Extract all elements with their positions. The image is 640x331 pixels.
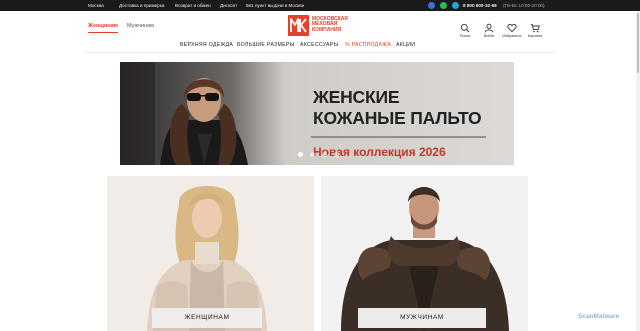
cart-label[interactable]: Корзина: [524, 34, 546, 38]
category-label-women[interactable]: ЖЕНЩИНАМ: [152, 308, 262, 328]
banner-subtitle: Новая коллекция 2026: [313, 145, 446, 159]
search-icon[interactable]: [460, 23, 470, 33]
nav-sale[interactable]: % РАСПРОДАЖА: [345, 42, 391, 48]
carousel-dot-2[interactable]: [310, 152, 315, 157]
nav-accessories[interactable]: АКСЕССУАРЫ: [300, 42, 338, 48]
cart-icon[interactable]: [530, 23, 540, 33]
nav-outerwear[interactable]: ВЕРХНЯЯ ОДЕЖДА: [180, 42, 233, 48]
banner-title-line1: ЖЕНСКИЕ: [313, 87, 400, 107]
logo[interactable]: МОСКОВСКАЯ МЕХОВАЯ КОМПАНИЯ: [288, 15, 348, 37]
max-messenger-icon[interactable]: [428, 2, 435, 9]
discount-link[interactable]: Дисконт: [220, 3, 237, 8]
watermark: ScanMalware: [578, 313, 620, 320]
work-hours: (Пн-Вс 10:00-20:00): [503, 3, 545, 8]
search-label[interactable]: Поиск: [454, 34, 476, 38]
pickup-points-link[interactable]: 561 пункт выдачи в Москве: [246, 3, 304, 8]
heart-icon[interactable]: [507, 23, 517, 33]
phone-number[interactable]: 8 800 600-32-68: [463, 3, 497, 8]
favorites-label[interactable]: Избранное: [501, 34, 523, 38]
carousel-dot-4[interactable]: [334, 152, 339, 157]
delivery-link[interactable]: Доставка и примерка: [119, 3, 164, 8]
category-label-men[interactable]: МУЖЧИНАМ: [358, 308, 486, 328]
scrollbar-thumb[interactable]: [637, 13, 639, 73]
logo-text: МОСКОВСКАЯ МЕХОВАЯ КОМПАНИЯ: [312, 16, 348, 33]
top-bar: Москва Доставка и примерка Возврат и обм…: [0, 0, 640, 11]
nav-plus-sizes[interactable]: БОЛЬШИЕ РАЗМЕРЫ: [237, 42, 295, 48]
telegram-icon[interactable]: [452, 2, 459, 9]
tab-men[interactable]: Мужчинам: [127, 23, 154, 29]
returns-link[interactable]: Возврат и обмен: [175, 3, 211, 8]
banner-title-line2: КОЖАНЫЕ ПАЛЬТО: [313, 108, 482, 128]
user-icon[interactable]: [484, 23, 494, 33]
header-divider: [84, 52, 555, 53]
whatsapp-icon[interactable]: [440, 2, 447, 9]
city-selector[interactable]: Москва: [88, 3, 104, 8]
carousel-dot-3[interactable]: [322, 152, 327, 157]
login-label[interactable]: Войти: [478, 34, 500, 38]
nav-promotions[interactable]: АКЦИИ: [396, 42, 415, 48]
logo-mark-icon: [288, 15, 309, 36]
scrollbar[interactable]: [636, 11, 640, 331]
tab-women[interactable]: Женщинам: [88, 23, 118, 33]
carousel-dot-1[interactable]: [298, 152, 303, 157]
